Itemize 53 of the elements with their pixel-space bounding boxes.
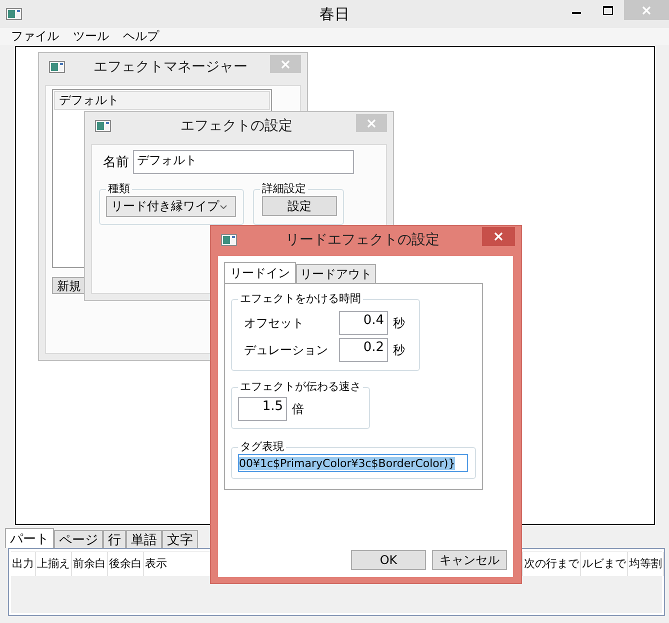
name-label: 名前 [103,154,129,171]
menu-item[interactable]: ツール [73,29,109,45]
menu-item[interactable]: ヘルプ [123,29,159,45]
close-icon [494,232,503,241]
tab[interactable]: 単語 [126,530,162,548]
unit-label: 秒 [393,342,405,358]
window-icon [6,8,22,20]
group-label: タグ表現 [239,440,285,454]
name-field[interactable]: デフォルト [133,150,354,174]
tag-text: 00¥1c$PrimaryColor¥3c$BorderColor)} [239,457,456,470]
number-field[interactable]: 0.4 [339,311,388,335]
list-item[interactable]: デフォルト [54,91,270,110]
field-label: デュレーション [243,342,329,358]
column-header[interactable]: 次の行まで [523,552,581,576]
close-icon [281,60,290,68]
column-header[interactable]: 出力 [11,552,36,576]
settings-button[interactable]: 設定 [262,196,337,216]
column-header[interactable]: 上揃え [36,552,72,576]
caret-icon [220,204,227,208]
column-header[interactable]: ルビまで [581,552,628,576]
menu-item[interactable]: ファイル [11,29,59,45]
unit-label: 倍 [292,400,304,418]
dialog-title: リードエフェクトの設定 [284,231,440,249]
group-label: 詳細設定 [261,182,307,196]
group-label: 種類 [107,182,131,196]
close-icon [367,118,376,128]
dialog-title: エフェクトの設定 [180,117,292,135]
tab[interactable]: リードアウト [296,264,376,283]
tab[interactable]: 文字 [162,530,198,548]
window-title: 春日 [318,4,350,24]
close-button[interactable] [482,227,515,246]
close-icon [642,6,651,14]
unit-label: 秒 [393,314,405,332]
tab[interactable]: 行 [103,530,126,548]
window-icon [221,234,237,246]
window-icon [49,61,65,73]
number-field[interactable]: 1.5 [238,397,287,421]
group-label: エフェクトが伝わる速さ [239,380,362,394]
tag-field[interactable]: 00¥1c$PrimaryColor¥3c$BorderColor)} [238,454,468,472]
cancel-button[interactable]: キャンセル [432,550,507,570]
window-icon [95,120,111,132]
tab[interactable]: パート [5,528,54,548]
column-header[interactable]: 均等割 [628,552,664,576]
group-label: エフェクトをかける時間 [239,292,362,306]
number-field[interactable]: 0.2 [339,338,388,362]
tab[interactable]: リードイン [224,262,296,283]
column-header[interactable]: 後余白 [108,552,144,576]
ok-button[interactable]: OK [351,550,426,570]
field-label: オフセット [243,314,305,332]
column-header[interactable]: 前余白 [72,552,108,576]
tab[interactable]: ページ [54,530,103,548]
dialog-title: エフェクトマネージャー [92,58,248,76]
type-dropdown[interactable]: リード付き縁ワイプ [106,196,236,217]
